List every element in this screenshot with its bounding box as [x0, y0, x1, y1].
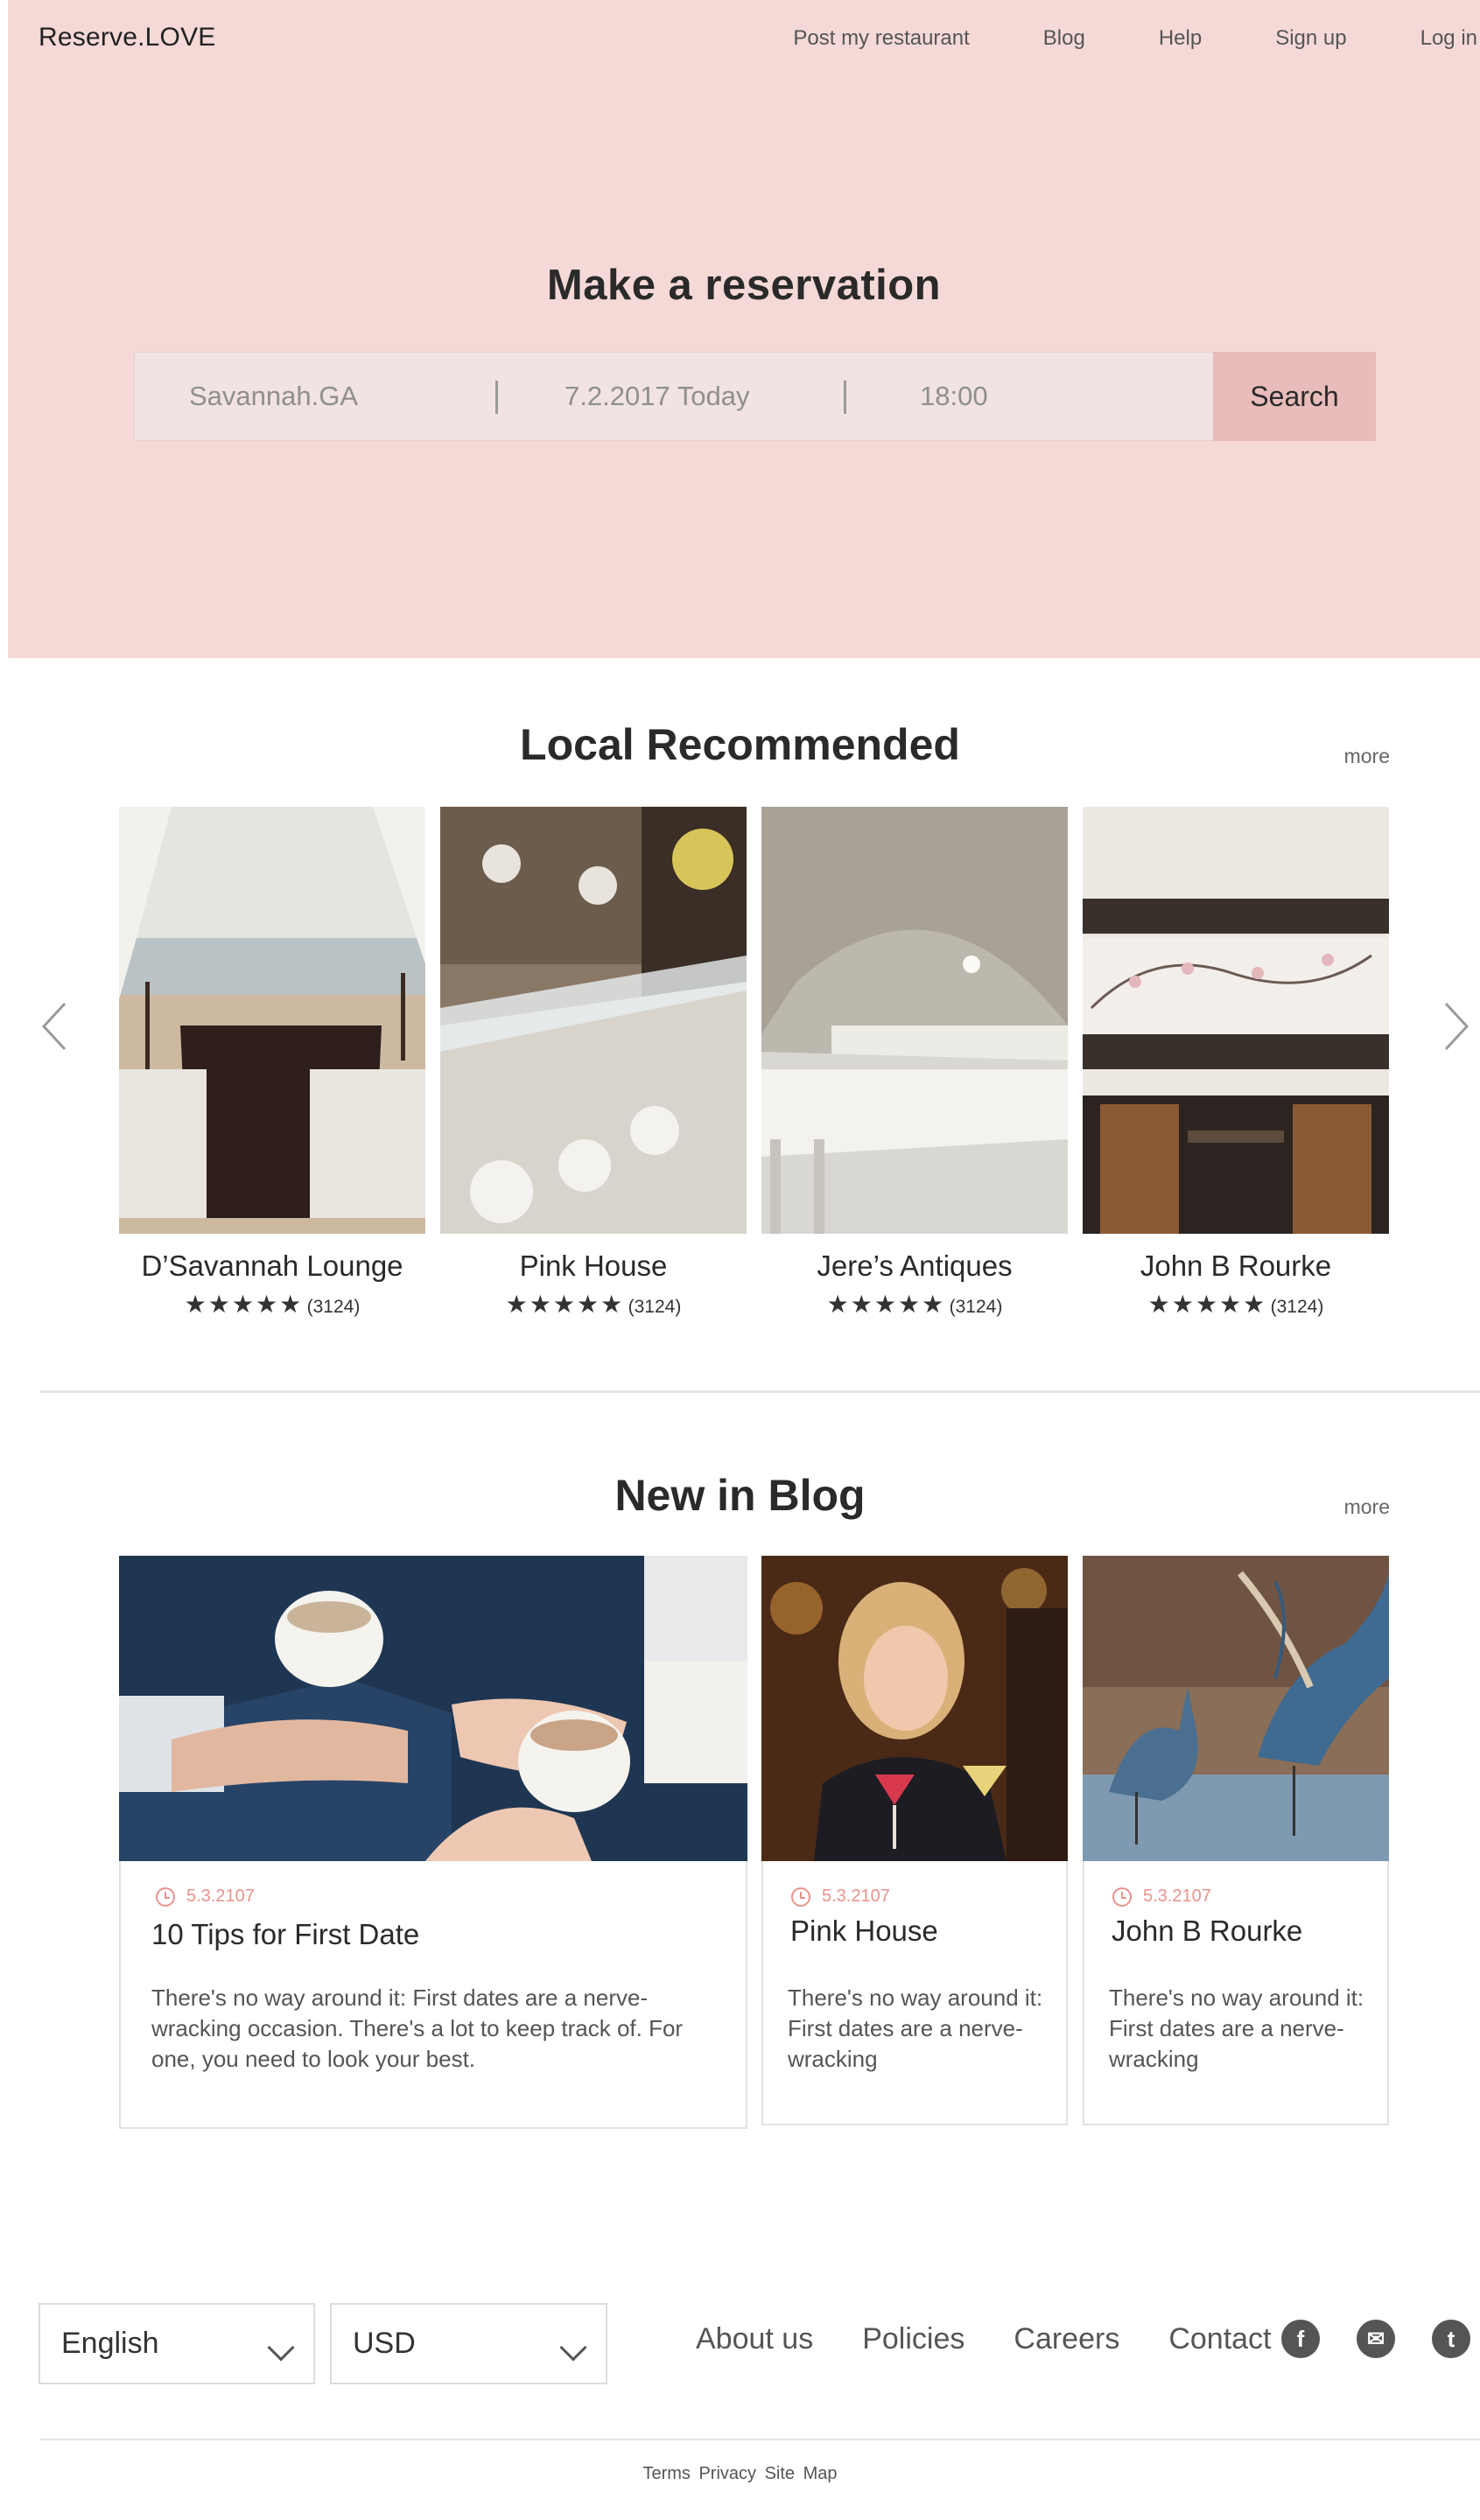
facebook-icon[interactable]: f	[1281, 2320, 1320, 2358]
footer-divider	[40, 2439, 1480, 2440]
footer-nav: About us Policies Careers Contact	[696, 2322, 1321, 2356]
restaurant-card[interactable]: Jere’s Antiques ★★★★★ (3124)	[761, 807, 1068, 1319]
currency-value: USD	[353, 2327, 416, 2360]
restaurant-photo[interactable]	[440, 807, 747, 1234]
blog-excerpt: There's no way around it: First dates ar…	[1109, 1984, 1364, 2072]
blog-post-title[interactable]: Pink House	[790, 1914, 938, 1948]
blog-date-value: 5.3.2107	[186, 1886, 255, 1906]
language-select[interactable]: English	[39, 2303, 315, 2384]
star-icon: ★★★★★	[184, 1291, 304, 1318]
star-icon: ★★★★★	[826, 1291, 946, 1318]
review-count: (3124)	[306, 1297, 361, 1317]
blog-photo[interactable]	[119, 1556, 747, 1861]
review-count: (3124)	[949, 1297, 1003, 1317]
blog-excerpt: There's no way around it: First dates ar…	[788, 1984, 1043, 2072]
date-value: 7.2.2017 Today	[565, 381, 750, 411]
blog-more-link[interactable]: more	[1344, 1495, 1390, 1519]
date-field[interactable]: 7.2.2017 Today	[495, 352, 844, 441]
blog-title: New in Blog	[614, 1471, 866, 1520]
tumblr-icon[interactable]: t	[1432, 2320, 1470, 2358]
blog-date: 5.3.2107	[791, 1886, 890, 1907]
nav-sign-up[interactable]: Sign up	[1275, 26, 1346, 51]
hero-section: Reserve.LOVE Post my restaurant Blog Hel…	[8, 0, 1480, 658]
city-field[interactable]: Savannah.GA	[134, 352, 495, 441]
nav-help[interactable]: Help	[1159, 26, 1202, 51]
blog-card[interactable]: 5.3.2107 John B Rourke There's no way ar…	[1083, 1556, 1389, 2125]
footer-link-careers[interactable]: Careers	[1014, 2322, 1119, 2356]
blog-card[interactable]: 5.3.2107 10 Tips for First Date There's …	[119, 1556, 747, 2129]
restaurant-card[interactable]: Pink House ★★★★★ (3124)	[440, 807, 747, 1319]
language-value: English	[61, 2327, 159, 2360]
restaurant-name[interactable]: D’Savannah Lounge	[119, 1250, 425, 1283]
nav-blog[interactable]: Blog	[1043, 26, 1085, 51]
blog-photo[interactable]	[761, 1556, 1068, 1861]
chevron-right-icon[interactable]	[1435, 1000, 1476, 1053]
restaurant-name[interactable]: Jere’s Antiques	[761, 1250, 1068, 1283]
chevron-left-icon[interactable]	[35, 1000, 75, 1053]
review-count: (3124)	[628, 1297, 682, 1317]
blog-date: 5.3.2107	[1112, 1886, 1211, 1907]
restaurant-card[interactable]: D’Savannah Lounge ★★★★★ (3124)	[119, 807, 425, 1319]
time-value: 18:00	[920, 381, 988, 411]
blog-card[interactable]: 5.3.2107 Pink House There's no way aroun…	[761, 1556, 1068, 2125]
blog-date: 5.3.2107	[156, 1886, 255, 1907]
blog-post-title[interactable]: 10 Tips for First Date	[151, 1918, 419, 1951]
search-button[interactable]: Search	[1213, 352, 1376, 441]
site-logo[interactable]: Reserve.LOVE	[39, 23, 215, 52]
star-icon: ★★★★★	[505, 1291, 625, 1318]
star-icon: ★★★★★	[1147, 1291, 1267, 1318]
clock-icon	[791, 1886, 810, 1907]
field-divider	[844, 381, 846, 414]
blog-date-value: 5.3.2107	[822, 1886, 890, 1906]
recommended-title: Local Recommended	[520, 720, 960, 769]
currency-select[interactable]: USD	[330, 2303, 607, 2384]
footer-link-contact[interactable]: Contact	[1168, 2322, 1271, 2356]
blog-photo[interactable]	[1083, 1556, 1389, 1861]
review-count: (3124)	[1270, 1297, 1324, 1317]
search-bar: Savannah.GA 7.2.2017 Today 18:00 Search	[134, 352, 1376, 441]
footer-link-about[interactable]: About us	[696, 2322, 813, 2356]
restaurant-card[interactable]: John B Rourke ★★★★★ (3124)	[1083, 807, 1389, 1319]
restaurant-rating: ★★★★★ (3124)	[440, 1290, 747, 1319]
blog-date-value: 5.3.2107	[1143, 1886, 1211, 1906]
hero-title: Make a reservation	[546, 262, 942, 309]
blog-post-title[interactable]: John B Rourke	[1112, 1914, 1302, 1948]
restaurant-photo[interactable]	[1083, 807, 1389, 1234]
clock-icon	[1112, 1886, 1132, 1907]
restaurant-rating: ★★★★★ (3124)	[761, 1290, 1068, 1319]
time-field[interactable]: 18:00	[844, 352, 1213, 441]
restaurant-name[interactable]: Pink House	[440, 1250, 747, 1283]
nav-log-in[interactable]: Log in	[1420, 26, 1477, 51]
recommended-more-link[interactable]: more	[1344, 745, 1390, 768]
nav-post-restaurant[interactable]: Post my restaurant	[793, 26, 969, 51]
top-nav: Post my restaurant Blog Help Sign up Log…	[793, 26, 1477, 51]
footer-link-policies[interactable]: Policies	[862, 2322, 964, 2356]
restaurant-photo[interactable]	[761, 807, 1068, 1234]
chevron-down-icon	[559, 2334, 587, 2362]
restaurant-name[interactable]: John B Rourke	[1083, 1250, 1389, 1283]
restaurant-rating: ★★★★★ (3124)	[1083, 1290, 1389, 1319]
field-divider	[495, 381, 498, 414]
legal-links[interactable]: Terms Privacy Site Map	[0, 2464, 1480, 2484]
restaurant-photo[interactable]	[119, 807, 425, 1234]
blog-excerpt: There's no way around it: First dates ar…	[151, 1984, 684, 2072]
section-divider	[40, 1390, 1480, 1393]
restaurant-rating: ★★★★★ (3124)	[119, 1290, 425, 1319]
email-icon[interactable]: ✉	[1357, 2320, 1395, 2358]
clock-icon	[156, 1886, 175, 1907]
chevron-down-icon	[267, 2334, 295, 2362]
